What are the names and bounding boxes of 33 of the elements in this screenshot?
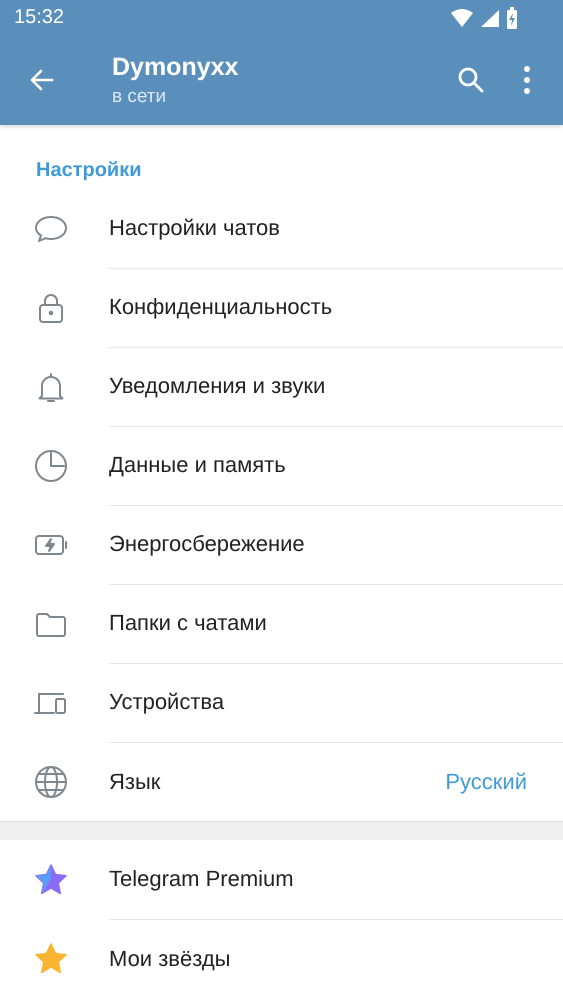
globe-icon xyxy=(34,764,68,798)
chat-title: Dymonyxx xyxy=(112,52,240,82)
star-icon xyxy=(34,942,68,976)
settings-item[interactable]: Данные и память xyxy=(0,426,563,505)
item-label: Папки с чатами xyxy=(109,610,267,636)
item-label: Конфиденциальность xyxy=(109,294,332,320)
item-label: Устройства xyxy=(109,689,224,715)
item-label: Уведомления и звуки xyxy=(109,373,326,399)
item-label: Язык xyxy=(109,768,160,794)
more-icon xyxy=(522,65,532,95)
settings-item[interactable]: Настройки чатов xyxy=(0,189,563,268)
item-label: Telegram Premium xyxy=(109,866,294,892)
battery-icon xyxy=(506,6,518,28)
settings-item[interactable]: Мои звёзды xyxy=(0,919,563,998)
settings-item[interactable]: Уведомления и звуки xyxy=(0,347,563,426)
item-label: Данные и память xyxy=(109,452,286,478)
item-label: Мои звёзды xyxy=(109,946,230,972)
item-label: Энергосбережение xyxy=(109,531,305,557)
star-icon xyxy=(34,862,68,896)
settings-item[interactable]: Энергосбережение xyxy=(0,505,563,584)
pie-chart-icon xyxy=(34,448,68,482)
online-status: в сети xyxy=(112,86,168,108)
item-label: Настройки чатов xyxy=(109,215,280,241)
settings-item[interactable]: Язык Русский xyxy=(0,742,563,821)
settings-item[interactable]: Конфиденциальность xyxy=(0,268,563,347)
search-icon xyxy=(456,65,486,95)
item-value: Русский xyxy=(445,768,527,794)
signal-icon xyxy=(480,8,500,28)
settings-item[interactable]: Устройства xyxy=(0,663,563,742)
settings-item[interactable]: Telegram Premium xyxy=(0,840,563,919)
status-time: 15:32 xyxy=(14,6,64,29)
settings-item[interactable]: Папки с чатами xyxy=(0,584,563,663)
section-header: Настройки xyxy=(35,158,143,183)
